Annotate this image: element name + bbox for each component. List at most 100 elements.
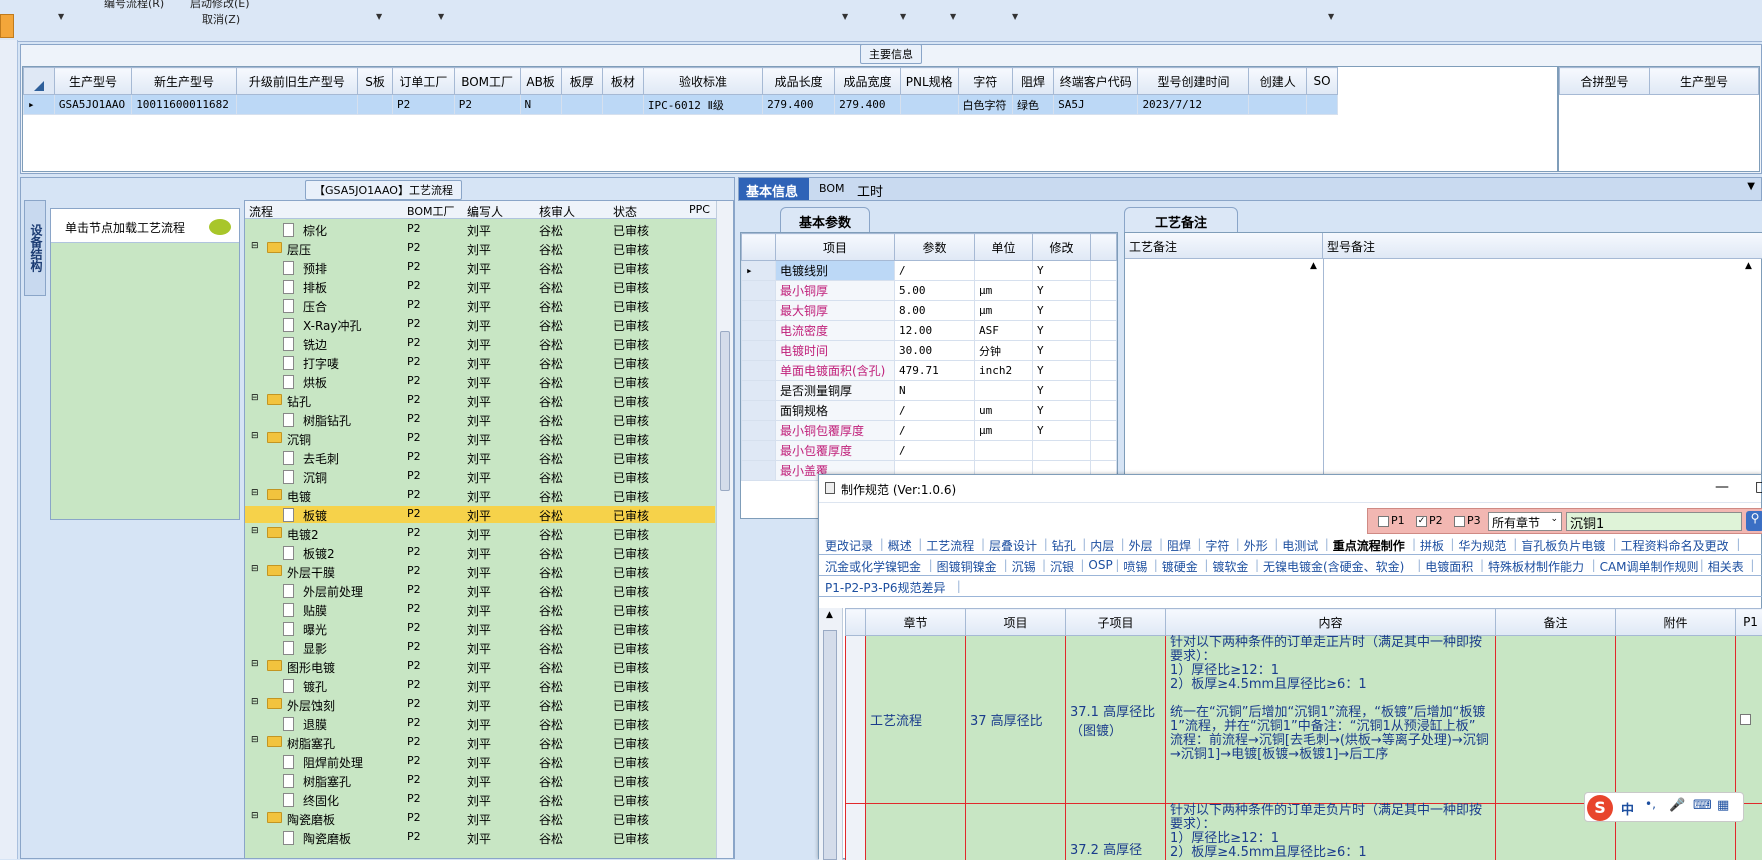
col-model-note[interactable]: 型号备注 bbox=[1323, 233, 1762, 259]
spec-tab[interactable]: 工程资料命名及更改 bbox=[1621, 537, 1729, 554]
main-cell[interactable]: 279.400 bbox=[835, 95, 901, 115]
spec-tab[interactable]: 图镀铜镍金 bbox=[937, 558, 997, 575]
tree-node-row[interactable]: 退膜P2刘平谷松已审核 bbox=[245, 715, 665, 732]
param-value[interactable]: / bbox=[895, 401, 975, 421]
col-modify[interactable]: 修改 bbox=[1033, 234, 1091, 261]
tree-node-row[interactable]: ⊟外层蚀刻P2刘平谷松已审核 bbox=[245, 696, 665, 713]
tree-node-row[interactable]: ⊟陶瓷磨板P2刘平谷松已审核 bbox=[245, 810, 665, 827]
col-attachment[interactable]: 附件 bbox=[1616, 609, 1736, 636]
tree-node-row[interactable]: ⊟钻孔P2刘平谷松已审核 bbox=[245, 392, 665, 409]
tree-node-row[interactable]: 预排P2刘平谷松已审核 bbox=[245, 259, 665, 276]
spec-tab[interactable]: 工艺流程 bbox=[926, 537, 974, 554]
spec-tab[interactable]: 外层 bbox=[1129, 537, 1153, 554]
col-main-9[interactable]: 验收标准 bbox=[643, 68, 762, 95]
tree-node-row[interactable]: 板镀2P2刘平谷松已审核 bbox=[245, 544, 665, 561]
param-row[interactable]: 最大铜厚8.00μmY bbox=[742, 301, 1117, 321]
tree-node-row[interactable]: ⊟层压P2刘平谷松已审核 bbox=[245, 240, 665, 257]
tree-node-row[interactable]: 沉铜P2刘平谷松已审核 bbox=[245, 468, 665, 485]
param-value[interactable]: / bbox=[895, 441, 975, 461]
spec-tab[interactable]: 电镀面积 bbox=[1425, 558, 1473, 575]
main-cell[interactable]: 279.400 bbox=[763, 95, 835, 115]
scrollbar-thumb[interactable] bbox=[720, 331, 730, 491]
collapse-icon[interactable]: ⊟ bbox=[251, 241, 259, 251]
tree-node-row[interactable]: 排板P2刘平谷松已审核 bbox=[245, 278, 665, 295]
scroll-up-icon[interactable]: ▲ bbox=[1745, 261, 1752, 271]
spec-tab[interactable]: OSP bbox=[1088, 558, 1112, 572]
col-project[interactable]: 项目 bbox=[966, 609, 1066, 636]
scroll-up-icon[interactable]: ▲ bbox=[1310, 261, 1317, 271]
main-cell[interactable] bbox=[602, 95, 643, 115]
main-cell[interactable] bbox=[1307, 95, 1338, 115]
spec-tab[interactable]: 层叠设计 bbox=[989, 537, 1037, 554]
main-cell[interactable] bbox=[561, 95, 602, 115]
chevron-down-icon[interactable]: ▼ bbox=[1747, 181, 1755, 192]
tree-node-row[interactable]: 棕化P2刘平谷松已审核 bbox=[245, 221, 665, 238]
col-writer[interactable]: 编写人 bbox=[467, 203, 503, 220]
tree-node-row[interactable]: 树脂钻孔P2刘平谷松已审核 bbox=[245, 411, 665, 428]
main-cell[interactable]: SA5J bbox=[1054, 95, 1138, 115]
search-input[interactable]: 沉铜1 bbox=[1566, 512, 1742, 531]
main-cell[interactable] bbox=[358, 95, 393, 115]
spec-tab[interactable]: 外形 bbox=[1244, 537, 1268, 554]
tree-node-row[interactable]: ⊟图形电镀P2刘平谷松已审核 bbox=[245, 658, 665, 675]
device-structure-tab[interactable]: 设备结构 bbox=[24, 200, 46, 296]
ime-toolbar[interactable]: S 中 •, 🎤 ⌨ ▦ bbox=[1584, 792, 1744, 822]
chevron-down-icon[interactable]: ▼ bbox=[438, 12, 444, 21]
spec-tab[interactable]: 盲孔板负片电镀 bbox=[1521, 537, 1605, 554]
param-row[interactable]: 最小铜厚5.00μmY bbox=[742, 281, 1117, 301]
spec-tab[interactable]: 概述 bbox=[888, 537, 912, 554]
grid-menu-icon[interactable]: ▦ bbox=[1717, 798, 1729, 813]
maximize-icon[interactable]: □ bbox=[1755, 479, 1762, 495]
chevron-down-icon[interactable]: ▼ bbox=[376, 12, 382, 21]
col-remark[interactable]: 备注 bbox=[1496, 609, 1616, 636]
main-cell[interactable]: P2 bbox=[454, 95, 520, 115]
col-main-14[interactable]: 阻焊 bbox=[1013, 68, 1054, 95]
collapse-icon[interactable]: ⊟ bbox=[251, 697, 259, 707]
tree-node-row[interactable]: 去毛刺P2刘平谷松已审核 bbox=[245, 449, 665, 466]
param-value[interactable]: / bbox=[895, 421, 975, 441]
col-flow[interactable]: 流程 bbox=[249, 203, 273, 220]
collapse-icon[interactable]: ⊟ bbox=[251, 488, 259, 498]
spec-tab[interactable]: 华为规范 bbox=[1458, 537, 1506, 554]
tree-node-row[interactable]: ⊟树脂塞孔P2刘平谷松已审核 bbox=[245, 734, 665, 751]
microphone-icon[interactable]: 🎤 bbox=[1669, 798, 1685, 813]
chevron-down-icon[interactable]: ▼ bbox=[842, 12, 848, 21]
collapse-icon[interactable]: ⊟ bbox=[251, 526, 259, 536]
col-p1[interactable]: P1 bbox=[1736, 609, 1762, 636]
param-row[interactable]: 是否测量铜厚NY bbox=[742, 381, 1117, 401]
p3-checkbox[interactable]: P3 bbox=[1454, 514, 1481, 527]
col-main-16[interactable]: 型号创建时间 bbox=[1138, 68, 1249, 95]
main-cell[interactable] bbox=[236, 95, 357, 115]
collapse-icon[interactable]: ⊟ bbox=[251, 431, 259, 441]
p1-checkbox[interactable]: P1 bbox=[1378, 514, 1405, 527]
spec-tab[interactable]: 钻孔 bbox=[1052, 537, 1076, 554]
col-reviewer[interactable]: 核审人 bbox=[539, 203, 575, 220]
spec-tab[interactable]: CAM调单制作规则 bbox=[1600, 558, 1699, 575]
tree-scrollbar[interactable] bbox=[716, 201, 733, 859]
menu-item-start-edit[interactable]: 启动修改(E) bbox=[190, 0, 250, 11]
col-main-1[interactable]: 新生产型号 bbox=[132, 68, 237, 95]
col-main-11[interactable]: 成品宽度 bbox=[835, 68, 901, 95]
spec-row[interactable]: 工艺流程37 高厚径比37.1 高厚径比（图镀）针对以下两种条件的订单走正片时（… bbox=[846, 636, 1762, 804]
tree-node-row[interactable]: 终固化P2刘平谷松已审核 bbox=[245, 791, 665, 808]
col-main-13[interactable]: 字符 bbox=[958, 68, 1012, 95]
chevron-down-icon[interactable]: ▼ bbox=[900, 12, 906, 21]
tree-node-row[interactable]: 外层前处理P2刘平谷松已审核 bbox=[245, 582, 665, 599]
col-main-0[interactable]: 生产型号 bbox=[54, 68, 131, 95]
col-main-7[interactable]: 板厚 bbox=[561, 68, 602, 95]
scroll-up-icon[interactable]: ▲ bbox=[826, 610, 833, 620]
col-main-6[interactable]: AB板 bbox=[520, 68, 561, 95]
main-cell[interactable]: 白色字符 bbox=[958, 95, 1012, 115]
param-value[interactable]: 479.71 bbox=[895, 361, 975, 381]
tree-node-row[interactable]: 曝光P2刘平谷松已审核 bbox=[245, 620, 665, 637]
spec-tab[interactable]: 相关表 bbox=[1708, 558, 1744, 575]
spec-tab[interactable]: 镀软金 bbox=[1212, 558, 1248, 575]
col-unit[interactable]: 单位 bbox=[975, 234, 1033, 261]
ime-mode-label[interactable]: 中 bbox=[1621, 799, 1634, 818]
tree-node-row[interactable]: X-Ray冲孔P2刘平谷松已审核 bbox=[245, 316, 665, 333]
main-cell[interactable] bbox=[900, 95, 958, 115]
spec-tab[interactable]: 镀硬金 bbox=[1162, 558, 1198, 575]
tree-node-row[interactable]: 压合P2刘平谷松已审核 bbox=[245, 297, 665, 314]
chevron-down-icon[interactable]: ▼ bbox=[58, 12, 64, 21]
load-flow-button[interactable]: 单击节点加载工艺流程 bbox=[51, 209, 239, 243]
